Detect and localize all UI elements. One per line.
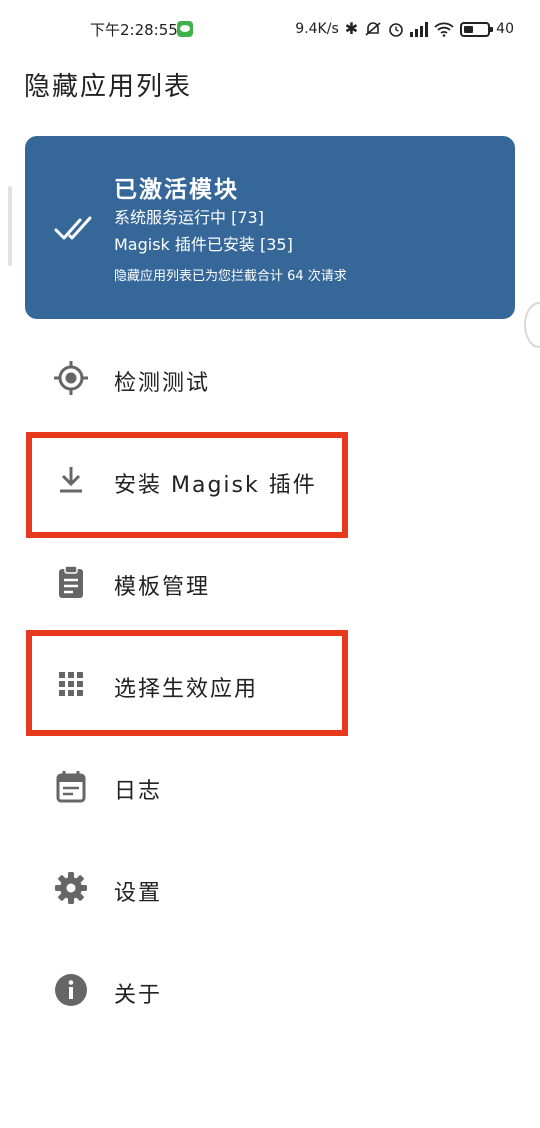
menu-label: 模板管理	[114, 575, 211, 600]
page-title: 隐藏应用列表	[24, 72, 193, 102]
module-status-card[interactable]	[25, 136, 515, 319]
menu-label: 设置	[114, 881, 163, 906]
menu-item-about[interactable]: 关于	[0, 946, 540, 1032]
edge-scroll-handle	[8, 186, 12, 266]
bluetooth-icon: ✱	[344, 19, 359, 38]
alarm-icon	[389, 23, 403, 37]
info-icon	[55, 974, 87, 1006]
gear-icon	[55, 872, 87, 904]
double-check-icon	[54, 216, 92, 240]
battery-level: 40	[496, 21, 514, 37]
wechat-notification-icon	[177, 21, 193, 37]
clipboard-icon	[59, 565, 83, 598]
net-speed: 9.4K/s	[295, 21, 339, 37]
wifi-icon	[434, 22, 454, 37]
menu-item-logs[interactable]: 日志	[0, 742, 540, 828]
highlight-box-select-apps	[26, 630, 348, 736]
module-status-title: 已激活模块	[114, 177, 239, 203]
mute-icon	[365, 22, 381, 36]
intercept-count-text: 隐藏应用列表已为您拦截合计 64 次请求	[114, 269, 347, 284]
cellular-signal-icon	[410, 21, 429, 37]
service-status-text: 系统服务运行中 [73]	[114, 208, 264, 227]
battery-icon	[460, 21, 494, 37]
crosshair-icon	[54, 361, 88, 395]
menu-item-settings[interactable]: 设置	[0, 844, 540, 930]
highlight-box-install-magisk	[26, 432, 348, 538]
menu-label: 检测测试	[114, 371, 211, 396]
menu-item-template-management[interactable]: 模板管理	[0, 538, 540, 624]
status-indicators: 9.4K/s ✱ 40	[295, 18, 514, 40]
menu-label: 关于	[114, 983, 163, 1008]
status-time: 下午2:28:55	[90, 21, 178, 39]
magisk-status-text: Magisk 插件已安装 [35]	[114, 235, 293, 254]
calendar-icon	[56, 771, 86, 803]
status-bar: 下午2:28:55 9.4K/s ✱ 40	[0, 0, 540, 58]
menu-item-detection-test[interactable]: 检测测试	[0, 334, 540, 420]
menu-label: 日志	[114, 779, 163, 804]
